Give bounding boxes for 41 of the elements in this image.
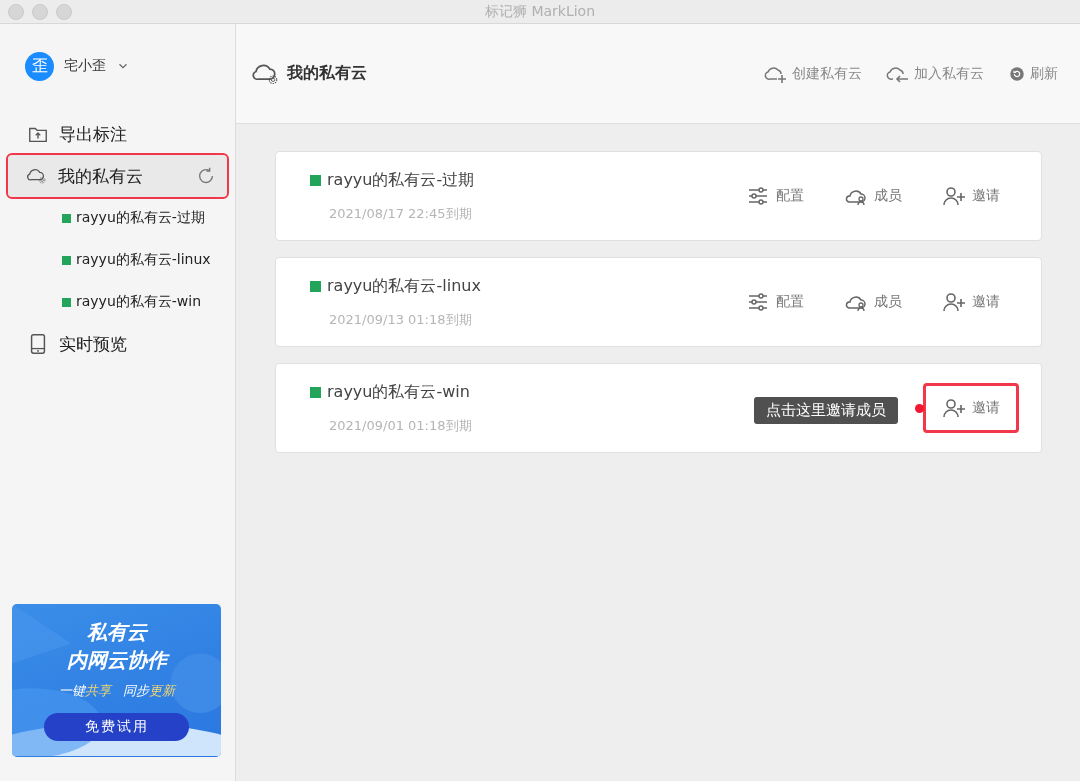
promo-banner[interactable]: 私有云 内网云协作 一键共享 同步更新 免费试用	[12, 604, 221, 757]
add-person-icon	[942, 290, 966, 314]
expiry-date: 2021/09/01 01:18到期	[328, 416, 472, 435]
sliders-icon	[746, 184, 770, 208]
sidebar-item[interactable]: 我的私有云	[8, 155, 227, 197]
window-title: 标记狮 MarkLion	[484, 2, 596, 19]
sidebar-subitem[interactable]: rayyu的私有云-linux	[0, 239, 235, 281]
configure-button[interactable]: 配置	[727, 277, 823, 327]
sliders-icon	[746, 290, 770, 314]
configure-button[interactable]: 配置	[727, 171, 823, 221]
sidebar-subitem[interactable]: rayyu的私有云-过期	[0, 197, 235, 239]
sidebar-item[interactable]: 导出标注	[0, 113, 235, 155]
page-title: 我的私有云	[287, 63, 367, 84]
cloud-name: rayyu的私有云-win	[327, 381, 470, 403]
create-cloud-button[interactable]: 创建私有云	[764, 61, 862, 86]
expiry-date: 2021/09/13 01:18到期	[328, 310, 473, 329]
members-button[interactable]: 成员	[825, 277, 921, 327]
banner-title: 私有云	[86, 619, 147, 646]
expiry-date: 2021/08/17 22:45到期	[328, 204, 473, 223]
add-person-icon	[942, 396, 966, 420]
cloud-name: rayyu的私有云-linux	[327, 275, 481, 297]
cloud-name: rayyu的私有云-过期	[327, 169, 475, 191]
user-avatar[interactable]: 歪	[25, 51, 54, 81]
tooltip: 点击这里邀请成员	[754, 397, 898, 424]
invite-button[interactable]: 邀请	[923, 171, 1019, 221]
sidebar-item[interactable]: 实时预览	[0, 323, 235, 365]
refresh-button[interactable]: 刷新	[1008, 61, 1058, 86]
minimize-window-button[interactable]	[32, 3, 48, 20]
add-person-icon	[942, 184, 966, 208]
zoom-window-button[interactable]	[56, 3, 72, 20]
close-window-button[interactable]	[8, 3, 24, 20]
invite-button[interactable]: 邀请	[923, 277, 1019, 327]
user-name[interactable]: 宅小歪	[64, 57, 106, 75]
refresh-icon	[1008, 64, 1026, 83]
hint-dot	[915, 404, 924, 413]
invite-button[interactable]: 邀请	[923, 383, 1019, 433]
join-cloud-button[interactable]: 加入私有云	[886, 61, 984, 86]
free-trial-button[interactable]: 免费试用	[44, 713, 189, 741]
members-button[interactable]: 成员	[825, 171, 921, 221]
banner-tagline: 一键共享 同步更新	[58, 682, 175, 700]
sidebar-subitem[interactable]: rayyu的私有云-win	[0, 281, 235, 323]
